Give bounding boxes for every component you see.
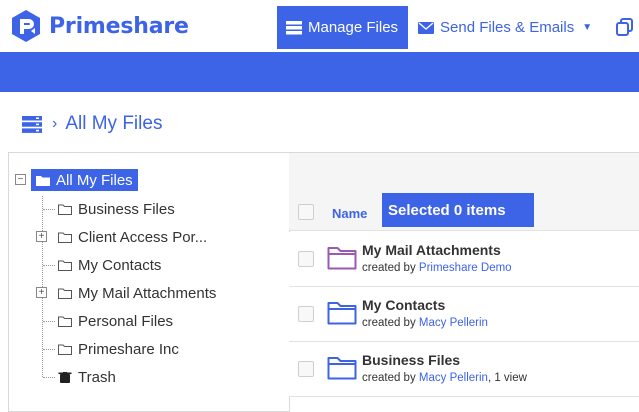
creator-link[interactable]: Primeshare Demo	[419, 262, 512, 274]
name-column-header[interactable]: Name	[332, 206, 367, 221]
tree-item[interactable]: Personal Files	[58, 311, 173, 331]
file-name-link[interactable]: My Contacts	[362, 297, 445, 313]
collapse-icon[interactable]: −	[15, 174, 26, 185]
folder-icon	[58, 204, 72, 215]
view-count: , 1 view	[487, 372, 527, 384]
file-meta: created by Primeshare Demo	[362, 262, 512, 274]
file-name-link[interactable]: My Mail Attachments	[362, 242, 501, 258]
folder-icon[interactable]	[327, 246, 357, 270]
tree-item-label: Client Access Por...	[78, 228, 208, 246]
folder-icon	[58, 232, 72, 243]
folder-icon[interactable]	[327, 356, 357, 380]
tree-item[interactable]: Business Files	[58, 199, 175, 219]
banner-bar	[0, 52, 639, 92]
send-files-menu[interactable]: Send Files & Emails ▼	[418, 6, 592, 49]
creator-link[interactable]: Macy Pellerin	[419, 317, 488, 329]
tree-item-label: My Contacts	[78, 256, 162, 274]
file-name-link[interactable]: Business Files	[362, 352, 460, 368]
server-icon	[286, 20, 302, 34]
tree-item[interactable]: Client Access Por...	[58, 227, 207, 247]
tree-root-all-my-files[interactable]: All My Files	[31, 169, 138, 191]
created-by-label: created by	[362, 317, 419, 329]
tree-item-label: My Mail Attachments	[78, 284, 217, 302]
breadcrumb-current[interactable]: All My Files	[65, 113, 162, 135]
breadcrumb: › All My Files	[22, 113, 162, 135]
tree-item-label: Primeshare Inc	[78, 340, 179, 358]
creator-link[interactable]: Macy Pellerin	[419, 372, 488, 384]
send-files-label: Send Files & Emails	[440, 19, 575, 36]
chevron-right-icon: ›	[52, 115, 58, 132]
expand-icon[interactable]: +	[36, 287, 47, 298]
tree-item-label: Business Files	[78, 200, 175, 218]
chevron-down-icon: ▼	[582, 22, 593, 33]
tree-item-label: Personal Files	[78, 312, 174, 330]
file-meta: created by Macy Pellerin	[362, 317, 488, 329]
folder-icon[interactable]	[327, 301, 357, 325]
manage-files-label: Manage Files	[308, 19, 399, 36]
folder-icon	[36, 175, 50, 186]
tree-item-label: Trash	[78, 368, 116, 386]
created-by-label: created by	[362, 262, 419, 274]
row-checkbox[interactable]	[298, 361, 314, 377]
tree-item[interactable]: Trash	[58, 367, 116, 387]
top-header: Primeshare Manage Files Send Files & Ema…	[0, 0, 639, 52]
server-icon[interactable]	[22, 115, 42, 133]
tree-connector	[43, 349, 55, 350]
tree-connector	[43, 265, 55, 266]
folder-icon	[58, 344, 72, 355]
created-by-label: created by	[362, 372, 419, 384]
folder-tree-panel	[8, 152, 290, 412]
envelope-icon	[418, 21, 434, 34]
expand-icon[interactable]: +	[36, 231, 47, 242]
tree-connector	[43, 321, 55, 322]
copy-icon[interactable]	[616, 18, 634, 36]
trash-icon	[58, 371, 72, 383]
brand-name: Primeshare	[49, 13, 189, 39]
selected-items-button[interactable]: Selected 0 items	[382, 193, 534, 227]
tree-root-label: All My Files	[56, 171, 133, 189]
folder-icon	[58, 260, 72, 271]
file-meta: created by Macy Pellerin, 1 view	[362, 372, 527, 384]
row-checkbox[interactable]	[298, 306, 314, 322]
primeshare-logo-icon	[12, 10, 40, 42]
tree-item[interactable]: My Mail Attachments	[58, 283, 216, 303]
row-checkbox[interactable]	[298, 251, 314, 267]
manage-files-tab[interactable]: Manage Files	[277, 6, 408, 49]
tree-item[interactable]: My Contacts	[58, 255, 161, 275]
select-all-checkbox[interactable]	[298, 204, 314, 220]
brand-logo[interactable]: Primeshare	[9, 9, 189, 43]
folder-icon	[58, 316, 72, 327]
tree-item[interactable]: Primeshare Inc	[58, 339, 179, 359]
folder-icon	[58, 288, 72, 299]
tree-connector	[43, 377, 55, 378]
tree-connector	[43, 209, 55, 210]
